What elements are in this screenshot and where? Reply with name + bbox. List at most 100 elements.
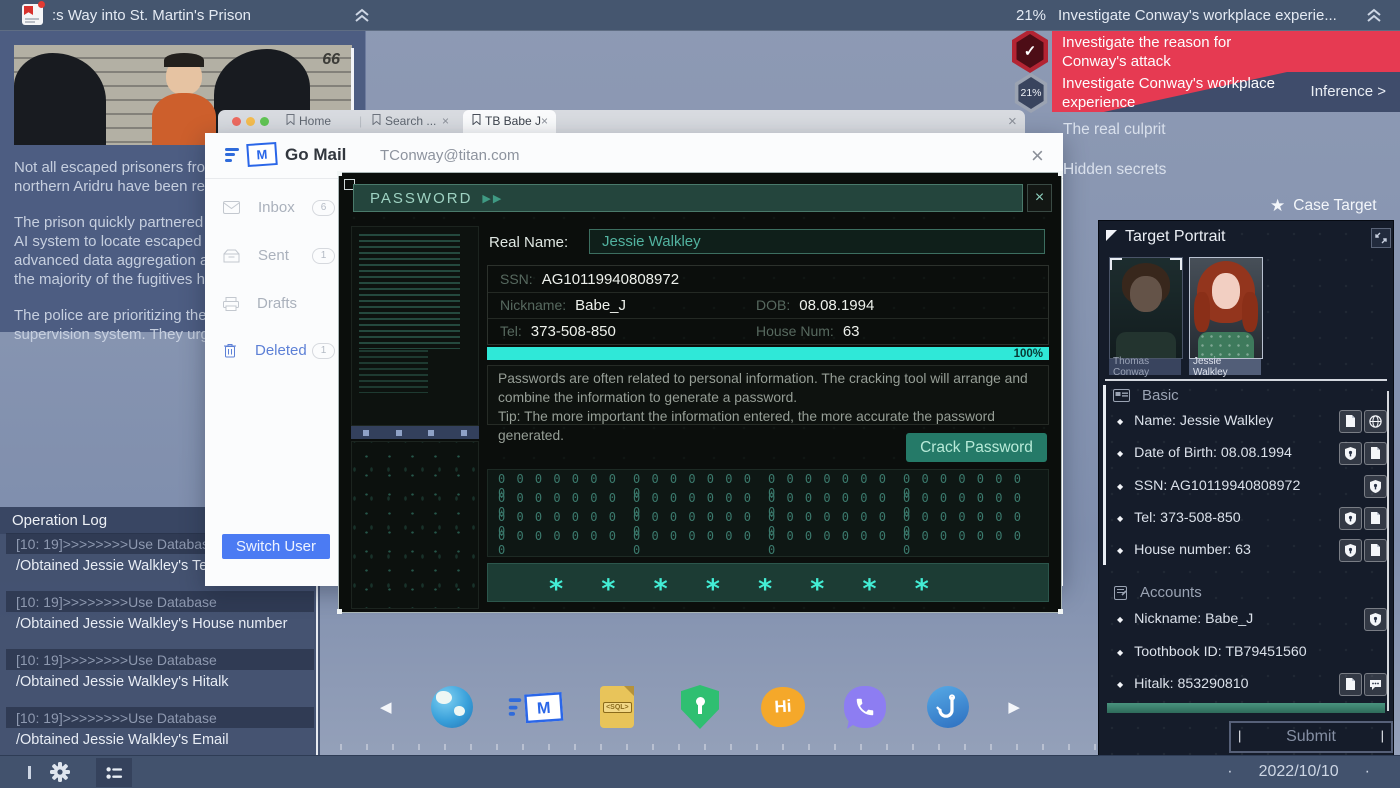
case-target-header[interactable]: ★ Case Target: [1270, 196, 1377, 216]
info-item: ◆ House number: 63: [1117, 542, 1251, 558]
info-item: ◆ Date of Birth: 08.08.1994: [1117, 445, 1292, 461]
real-name-input[interactable]: Jessie Walkley: [589, 229, 1045, 254]
quest-text: Investigate Conway's workplace: [1062, 75, 1275, 92]
phone-handset-icon: [856, 698, 874, 716]
settings-gear-icon[interactable]: [48, 760, 72, 788]
shield-icon[interactable]: [1339, 507, 1362, 530]
shield-icon[interactable]: [1339, 442, 1362, 465]
switch-user-button[interactable]: Switch User: [222, 534, 330, 559]
shield-icon[interactable]: [1364, 475, 1387, 498]
password-tool-titlebar[interactable]: PASSWORD ▶▶: [353, 184, 1023, 212]
dock-prev-arrow[interactable]: ◀: [380, 698, 392, 716]
bookmark-icon: [286, 114, 295, 125]
info-grid: SSN: AG10119940808972 Nickname: Babe_J DOB…: [487, 265, 1049, 345]
dock-hitalk-icon[interactable]: Hi: [759, 684, 806, 730]
nickname-field[interactable]: Nickname: Babe_J DOB: 08.08.1994: [488, 292, 1048, 319]
folder-drafts[interactable]: Drafts: [223, 295, 335, 312]
target-portrait-title: Target Portrait: [1125, 228, 1226, 245]
collapse-news-icon[interactable]: [352, 6, 372, 24]
dock-sql-database-icon[interactable]: <SQL>: [595, 684, 639, 730]
progress-value: 100%: [1013, 347, 1043, 360]
folder-sent[interactable]: Sent 1: [223, 247, 335, 264]
dock-phone-icon[interactable]: [843, 684, 887, 731]
quest-item[interactable]: The real culprit: [1063, 121, 1166, 139]
close-window-dot[interactable]: [232, 117, 241, 126]
panel-scrollbar-right[interactable]: [1387, 391, 1389, 711]
quest-item-completed[interactable]: Investigate the reason for Conway's atta…: [1052, 30, 1400, 72]
info-item: ◆ Nickname: Babe_J: [1117, 611, 1254, 627]
tab-search[interactable]: Search ...: [372, 114, 436, 128]
quest-text: Conway's attack: [1062, 53, 1171, 70]
bookmark-icon: [472, 114, 481, 125]
minimize-window-dot[interactable]: [246, 117, 255, 126]
top-bar: :s Way into St. Martin's Prison 21% Inve…: [0, 0, 1400, 31]
quest-item-active[interactable]: Investigate Conway's workplace experienc…: [1052, 72, 1400, 112]
check-icon: ✓: [1023, 43, 1037, 60]
close-browser-icon[interactable]: ×: [1008, 113, 1017, 130]
panel-scrollbar-left[interactable]: [1103, 385, 1106, 565]
dock-password-shield-icon[interactable]: [678, 684, 722, 730]
submit-button[interactable]: | Submit |: [1229, 721, 1393, 753]
close-tab-icon[interactable]: ×: [442, 114, 449, 128]
inference-button[interactable]: Inference >: [1311, 83, 1386, 100]
document-icon[interactable]: [1339, 410, 1362, 433]
gomail-brand: Go Mail: [285, 144, 347, 164]
play-arrows-icon: ▶▶: [482, 192, 504, 205]
system-date: · 2022/10/10 ·: [1227, 763, 1370, 780]
drafts-icon: [223, 296, 239, 311]
date-value: 2022/10/10: [1258, 763, 1339, 780]
log-entry: [10: 19]>>>>>>>>Use Database /Obtained J…: [0, 707, 320, 751]
house-num-field[interactable]: House Num: 63: [744, 318, 860, 344]
tool-description: Passwords are often related to personal …: [487, 365, 1049, 443]
dock-gomail-icon[interactable]: M: [507, 678, 563, 736]
password-result-field: * * * * * * * *: [487, 563, 1049, 603]
folder-count-badge: 1: [312, 247, 335, 264]
taskbar: · 2022/10/10 ·: [0, 755, 1400, 788]
close-tab-icon[interactable]: ×: [541, 114, 548, 128]
dob-field[interactable]: DOB: 08.08.1994: [744, 292, 874, 318]
quest-item[interactable]: Hidden secrets: [1063, 161, 1166, 179]
dock-phishing-hook-icon[interactable]: [926, 684, 970, 730]
submit-label: Submit: [1286, 728, 1336, 745]
maximize-window-dot[interactable]: [260, 117, 269, 126]
collapse-icon[interactable]: [1371, 228, 1391, 248]
info-item: ◆ Hitalk: 853290810: [1117, 676, 1249, 692]
target-portrait-panel: Target Portrait Thomas Conway Jessie Wal…: [1098, 220, 1394, 758]
portrait-jessie-walkley[interactable]: [1189, 257, 1263, 359]
cracking-display: 0 0 0 0 0 0 0 00 0 0 0 0 0 0 00 0 0 0 0 …: [487, 469, 1049, 557]
close-mail-icon[interactable]: ×: [1031, 143, 1044, 169]
fish-hook-icon: [936, 694, 955, 718]
dock-next-arrow[interactable]: ▶: [1008, 698, 1020, 716]
globe-icon[interactable]: [1364, 410, 1387, 433]
portrait-thomas-conway[interactable]: [1109, 257, 1183, 359]
folder-deleted[interactable]: Deleted 1: [223, 342, 335, 359]
news-window-title: :s Way into St. Martin's Prison: [52, 7, 252, 24]
tel-field[interactable]: Tel: 373-508-850 House Num: 63: [488, 318, 1048, 344]
close-password-tool-icon[interactable]: ×: [1027, 184, 1052, 212]
document-icon[interactable]: [1364, 507, 1387, 530]
operation-log-scrollbar[interactable]: [316, 563, 318, 755]
document-icon[interactable]: [1364, 539, 1387, 562]
quest-tracker-title: Investigate Conway's workplace experie..…: [1058, 7, 1337, 24]
shield-icon[interactable]: [1364, 608, 1387, 631]
dock: ◀ M <SQL> Hi ▶: [380, 680, 1020, 734]
star-icon: ★: [1270, 196, 1286, 215]
crack-password-button[interactable]: Crack Password: [906, 433, 1047, 462]
code-log-panel: [351, 226, 479, 426]
document-icon[interactable]: [1339, 673, 1362, 696]
dock-browser-icon[interactable]: [430, 684, 474, 730]
operation-log-toggle-icon[interactable]: [96, 758, 132, 787]
shield-icon[interactable]: [1339, 539, 1362, 562]
mail-account: TConway@titan.com: [380, 147, 520, 164]
trash-icon: [224, 344, 236, 358]
tab-home[interactable]: Home: [286, 114, 331, 128]
ssn-field[interactable]: SSN: AG10119940808972: [488, 266, 1048, 293]
tab-tb-babe-j[interactable]: TB Babe J ×: [463, 110, 556, 133]
collapse-quests-icon[interactable]: [1364, 6, 1384, 24]
password-tool-title: PASSWORD: [370, 189, 473, 207]
chat-icon[interactable]: [1364, 673, 1387, 696]
panel-corner-flag-icon: [1106, 230, 1117, 241]
quest-text: Investigate the reason for: [1062, 34, 1232, 51]
document-icon[interactable]: [1364, 442, 1387, 465]
folder-inbox[interactable]: Inbox 6: [223, 199, 335, 216]
